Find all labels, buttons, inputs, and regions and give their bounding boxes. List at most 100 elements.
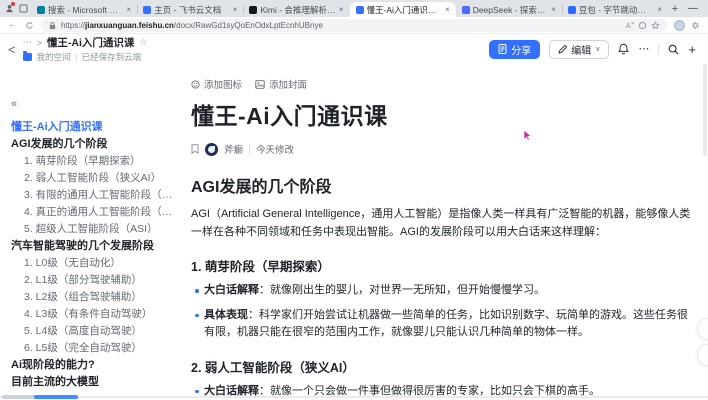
- outline-item[interactable]: 5. L4级（高度自动驾驶）: [11, 323, 180, 340]
- outline-item[interactable]: 4. 真正的通用人工智能阶段（完全A...: [11, 204, 180, 221]
- outline-item[interactable]: AGI发展的几个阶段: [11, 136, 180, 153]
- minimize-button[interactable]: —: [682, 3, 704, 14]
- tab-title: DeepSeek - 探索未至之境: [472, 4, 549, 15]
- tab-close-icon[interactable]: ×: [233, 5, 238, 14]
- edit-caret-icon: ∨: [595, 46, 601, 53]
- bullet-item: 具体表现：科学家们开始尝试让机器做一些简单的任务，比如识别数字、玩简单的游戏。这…: [191, 307, 692, 342]
- author-name[interactable]: 斧癫: [224, 142, 243, 156]
- lock-icon: [49, 21, 56, 29]
- refresh-icon[interactable]: [25, 21, 34, 30]
- doc-title: 懂王-Ai入门通识课: [191, 103, 388, 129]
- outline-item[interactable]: 2. L1级（部分驾驶辅助）: [11, 272, 180, 289]
- page-scrollbar[interactable]: [703, 64, 707, 156]
- doc-breadcrumb: ⋯ > 懂王-Ai入门通识课 ☆ 我的空间 已经保存到云端: [22, 35, 147, 63]
- favorite-star-icon[interactable]: ☆: [139, 37, 147, 48]
- outline-list: 懂王-Ai入门通识课 AGI发展的几个阶段 1. 萌芽阶段（早期探索） 2. 弱人工智…: [11, 119, 180, 391]
- translate-icon[interactable]: A: [625, 21, 634, 30]
- breadcrumb-more-icon[interactable]: ⋯: [23, 37, 32, 48]
- tab-close-icon[interactable]: ×: [127, 5, 132, 14]
- url-text: https://jianxuanguan.feishu.cn/docx/RawG…: [61, 20, 323, 30]
- create-new-icon[interactable]: +: [688, 43, 696, 56]
- tab-close-icon[interactable]: ×: [657, 5, 662, 14]
- outline-item[interactable]: 目前主流的大模型: [11, 374, 180, 391]
- outline-item[interactable]: 3. L2级（组合驾驶辅助）: [11, 289, 180, 306]
- content-sections: 1. 萌芽阶段（早期探索） 大白话解释：就像刚出生的婴儿，对世界一无所知，但开始慢…: [191, 256, 692, 400]
- bullet-item: 大白话解释：就像刚出生的婴儿，对世界一无所知，但开始慢慢学习。: [191, 282, 692, 300]
- bullet-lead: 大白话解释: [204, 284, 259, 296]
- bullet-text: ：科学家们开始尝试让机器做一些简单的任务，比如识别数字、玩简单的游戏。这些任务很…: [204, 308, 688, 339]
- browser-tab[interactable]: 主页 - 飞书云文档 ×: [137, 2, 243, 17]
- outline-item[interactable]: Ai现阶段的能力?: [11, 357, 180, 374]
- bullet-text: ：就像刚出生的婴儿，对世界一无所知，但开始慢慢学习。: [259, 284, 545, 296]
- bookmark-star-icon[interactable]: [651, 20, 660, 30]
- tab-close-icon[interactable]: ×: [551, 5, 556, 14]
- svg-text:A: A: [626, 21, 631, 30]
- tab-title: 懂王-Ai入门通识课 - 飞书云文档: [366, 4, 443, 15]
- browser-tab[interactable]: Kimi - 会推理解析，能深度思考...×: [243, 2, 349, 17]
- read-aloud-icon[interactable]: [638, 21, 647, 30]
- browser-tab[interactable]: DeepSeek - 探索未至之境×: [456, 2, 562, 17]
- notification-dot: [11, 2, 15, 6]
- collapse-sidebar-icon[interactable]: «: [11, 98, 180, 110]
- outline-item[interactable]: 4. L3级（有条件自动驾驶）: [11, 306, 180, 323]
- space-folder-icon: [22, 51, 32, 61]
- header-more-icon[interactable]: ⋯: [638, 43, 649, 55]
- doubao-favicon-icon: [567, 5, 576, 14]
- video-progress-track[interactable]: [0, 396, 708, 398]
- tab-close-icon[interactable]: ×: [445, 5, 450, 14]
- doc-decor-row: 添加图标 添加封面: [191, 77, 692, 91]
- space-label[interactable]: 我的空间: [37, 51, 71, 63]
- deepseek-favicon-icon: [461, 5, 470, 14]
- bookmark-icon[interactable]: [191, 144, 199, 154]
- search-icon[interactable]: [668, 44, 679, 55]
- outline-item[interactable]: 5. 超级人工智能阶段（ASI）: [11, 221, 180, 238]
- doc-header-title: 懂王-Ai入门通识课: [46, 37, 135, 49]
- subsection-heading: 1. 萌芽阶段（早期探索）: [191, 260, 330, 274]
- tab-search-icon[interactable]: [17, 2, 29, 15]
- browser-tab[interactable]: 懂王-Ai入门通识课 - 飞书云文档×: [349, 2, 456, 17]
- browser-tab[interactable]: 豆包 - 字节跳动旗下 AI 智能助手×: [561, 2, 668, 17]
- feishu-favicon-icon: [143, 5, 152, 14]
- browser-tab[interactable]: 搜索 - Microsoft 必应 ×: [31, 2, 137, 17]
- outline-item[interactable]: 2. 弱人工智能阶段（狭义AI）: [11, 170, 180, 187]
- video-progress-played: [34, 395, 78, 399]
- outline-sidebar: « 懂王-Ai入门通识课 AGI发展的几个阶段 1. 萌芽阶段（早期探索） 2. 弱人…: [0, 64, 186, 400]
- subsection-heading: 2. 弱人工智能阶段（狭义AI）: [191, 360, 355, 375]
- author-avatar[interactable]: [205, 142, 218, 156]
- divider: [658, 44, 660, 54]
- notification-bell-icon[interactable]: [618, 43, 630, 55]
- intro-paragraph: AGI（Artificial General Intelligence，通用人工…: [191, 208, 691, 238]
- doc-back-icon[interactable]: <: [8, 42, 16, 57]
- outline-item[interactable]: 懂王-Ai入门通识课: [11, 119, 180, 136]
- bullet-text: ：就像一个只会做一件事但做得很厉害的专家，比如只会下棋的高手。: [259, 384, 600, 397]
- tab-title: 搜索 - Microsoft 必应: [48, 4, 124, 15]
- outline-item[interactable]: 6. L5级（完全自动驾驶）: [11, 340, 180, 357]
- browser-avatar[interactable]: [674, 19, 685, 31]
- edit-button[interactable]: 编辑 ∨: [549, 39, 610, 59]
- outline-item[interactable]: 1. L0级（无自动化）: [11, 255, 180, 272]
- settings-gear-icon[interactable]: [691, 21, 700, 30]
- bing-favicon-icon: [37, 5, 45, 14]
- tab-strip: 搜索 - Microsoft 必应 × 主页 - 飞书云文档 × Kimi - 会推理解…: [0, 0, 708, 17]
- share-button[interactable]: 分享: [489, 39, 541, 59]
- outline-item[interactable]: 3. 有限的通用人工智能阶段（有限A...: [11, 187, 180, 204]
- add-icon-button[interactable]: 添加图标: [191, 77, 242, 91]
- kimi-favicon-icon: [249, 5, 258, 14]
- outline-item[interactable]: 汽车智能驾驶的几个发展阶段: [11, 238, 180, 255]
- url-box[interactable]: https://jianxuanguan.feishu.cn/docx/RawG…: [41, 18, 667, 32]
- bullet-list: 大白话解释：就像刚出生的婴儿，对世界一无所知，但开始慢慢学习。具体表现：科学家们…: [191, 282, 692, 342]
- browser-profile-icon[interactable]: [3, 2, 15, 15]
- doc-header-actions: 分享 编辑 ∨ ⋯ +: [489, 39, 696, 59]
- tab-close-icon[interactable]: ×: [339, 5, 344, 14]
- section-title-agi: AGI发展的几个阶段: [191, 179, 332, 196]
- tab-title: 主页 - 飞书云文档: [154, 4, 222, 15]
- divider: [249, 144, 251, 154]
- new-tab-button[interactable]: +: [668, 3, 682, 15]
- add-cover-button[interactable]: 添加封面: [255, 77, 307, 91]
- feishu-favicon-icon: [355, 5, 364, 14]
- modified-time: 今天修改: [256, 145, 295, 156]
- outline-item[interactable]: 1. 萌芽阶段（早期探索）: [11, 153, 180, 170]
- back-icon[interactable]: ←: [8, 20, 18, 30]
- divider: [75, 52, 77, 62]
- doc-content: 添加图标 添加封面 懂王-Ai入门通识课 斧癫 今天修改 AGI发展的几个阶段 …: [186, 64, 708, 400]
